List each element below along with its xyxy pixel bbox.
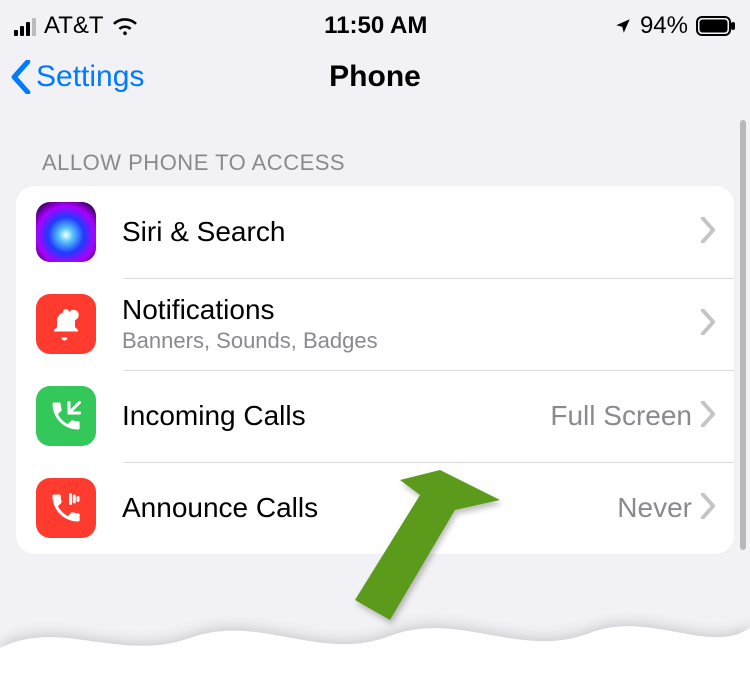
row-value: Full Screen <box>550 400 692 432</box>
chevron-right-icon <box>700 309 716 340</box>
row-value: Never <box>617 492 692 524</box>
torn-edge-decoration <box>0 608 750 678</box>
battery-icon <box>696 16 736 36</box>
status-bar: AT&T 11:50 AM 94% <box>0 0 750 44</box>
chevron-right-icon <box>700 401 716 432</box>
page-title: Phone <box>329 60 421 94</box>
settings-group: Siri & Search Notifications Banners, Sou… <box>16 186 734 554</box>
section-header: ALLOW PHONE TO ACCESS <box>16 150 734 186</box>
incoming-call-icon <box>36 386 96 446</box>
row-announce-calls[interactable]: Announce Calls Never <box>16 462 734 554</box>
row-title: Notifications <box>122 294 700 326</box>
notifications-icon <box>36 294 96 354</box>
chevron-left-icon <box>10 60 32 94</box>
nav-bar: Settings Phone <box>0 44 750 110</box>
row-title: Siri & Search <box>122 216 700 248</box>
announce-call-icon <box>36 478 96 538</box>
row-notifications[interactable]: Notifications Banners, Sounds, Badges <box>16 278 734 370</box>
location-icon <box>614 17 632 35</box>
status-left: AT&T <box>14 12 138 40</box>
status-right: 94% <box>614 12 736 40</box>
siri-icon <box>36 202 96 262</box>
clock: 11:50 AM <box>324 12 427 40</box>
row-subtitle: Banners, Sounds, Badges <box>122 328 700 354</box>
battery-percent: 94% <box>640 12 688 40</box>
row-incoming-calls[interactable]: Incoming Calls Full Screen <box>16 370 734 462</box>
chevron-right-icon <box>700 217 716 248</box>
scrollbar[interactable] <box>740 120 746 550</box>
row-siri-search[interactable]: Siri & Search <box>16 186 734 278</box>
carrier-label: AT&T <box>44 12 104 40</box>
row-title: Incoming Calls <box>122 400 550 432</box>
cellular-signal-icon <box>14 16 36 36</box>
row-title: Announce Calls <box>122 492 617 524</box>
chevron-right-icon <box>700 493 716 524</box>
back-button[interactable]: Settings <box>10 60 144 94</box>
content: ALLOW PHONE TO ACCESS Siri & Search Noti… <box>0 110 750 554</box>
back-label: Settings <box>36 60 144 94</box>
wifi-icon <box>112 16 138 36</box>
